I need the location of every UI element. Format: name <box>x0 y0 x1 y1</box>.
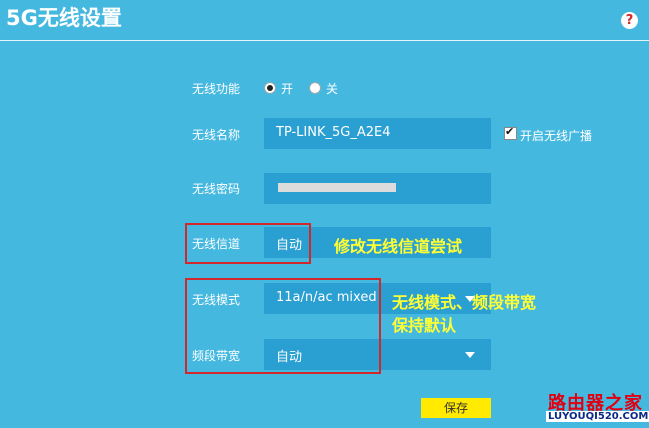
title-divider <box>0 40 649 41</box>
page-title: 5G无线设置 <box>6 6 122 30</box>
ssid-label: 无线名称 <box>192 128 241 142</box>
broadcast-checkbox[interactable] <box>504 125 517 140</box>
ssid-value: TP-LINK_5G_A2E4 <box>276 125 391 140</box>
wireless-on-radio[interactable] <box>264 82 276 94</box>
watermark-url: LUYOUQI520.COM <box>546 411 649 422</box>
wireless-off-label: 关 <box>326 82 339 96</box>
wireless-function-label: 无线功能 <box>192 82 241 96</box>
mode-annotation-line2: 保持默认 <box>392 316 457 335</box>
channel-annotation: 修改无线信道尝试 <box>334 237 463 256</box>
channel-highlight-box <box>185 223 311 264</box>
mode-annotation-line1: 无线模式、频段带宽 <box>392 293 537 312</box>
wireless-on-label: 开 <box>281 82 294 96</box>
password-mask <box>278 183 396 192</box>
help-icon[interactable]: ? <box>621 12 638 29</box>
password-input[interactable] <box>264 173 491 204</box>
chevron-down-icon <box>465 352 475 358</box>
mode-bandwidth-highlight-box <box>185 278 381 374</box>
password-label: 无线密码 <box>192 182 241 196</box>
save-button[interactable]: 保存 <box>421 398 491 418</box>
wireless-off-radio[interactable] <box>309 82 321 94</box>
broadcast-label: 开启无线广播 <box>520 129 593 143</box>
ssid-input[interactable]: TP-LINK_5G_A2E4 <box>264 118 491 149</box>
